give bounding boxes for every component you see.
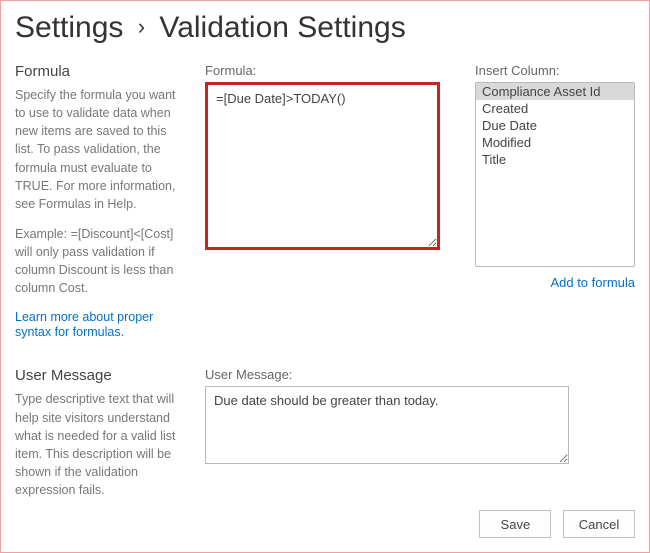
breadcrumb: Settings › Validation Settings [15,1,635,63]
formula-section: Formula Specify the formula you want to … [15,63,635,339]
column-option[interactable]: Due Date [476,117,634,134]
formula-heading: Formula [15,63,187,80]
column-option[interactable]: Compliance Asset Id [476,83,634,100]
column-option[interactable]: Modified [476,134,634,151]
learn-more-link[interactable]: Learn more about proper syntax for formu… [15,310,153,339]
formula-input[interactable] [205,82,440,250]
user-message-input[interactable] [205,386,569,464]
user-message-section: User Message Type descriptive text that … [15,367,635,511]
save-button[interactable]: Save [479,510,551,538]
button-bar: Save Cancel [471,510,635,538]
chevron-right-icon: › [138,14,145,39]
insert-column-list[interactable]: Compliance Asset IdCreatedDue DateModifi… [475,82,635,267]
user-message-description: Type descriptive text that will help sit… [15,390,187,499]
user-message-field-label: User Message: [205,367,635,382]
add-to-formula-link[interactable]: Add to formula [475,275,635,290]
breadcrumb-settings-link[interactable]: Settings [15,11,123,44]
column-option[interactable]: Title [476,151,634,168]
page-title: Validation Settings [159,11,405,44]
insert-column-label: Insert Column: [475,63,635,78]
formula-description-2: Example: =[Discount]<[Cost] will only pa… [15,225,187,298]
formula-description-1: Specify the formula you want to use to v… [15,86,187,213]
column-option[interactable]: Created [476,100,634,117]
cancel-button[interactable]: Cancel [563,510,635,538]
user-message-heading: User Message [15,367,187,384]
formula-field-label: Formula: [205,63,457,78]
